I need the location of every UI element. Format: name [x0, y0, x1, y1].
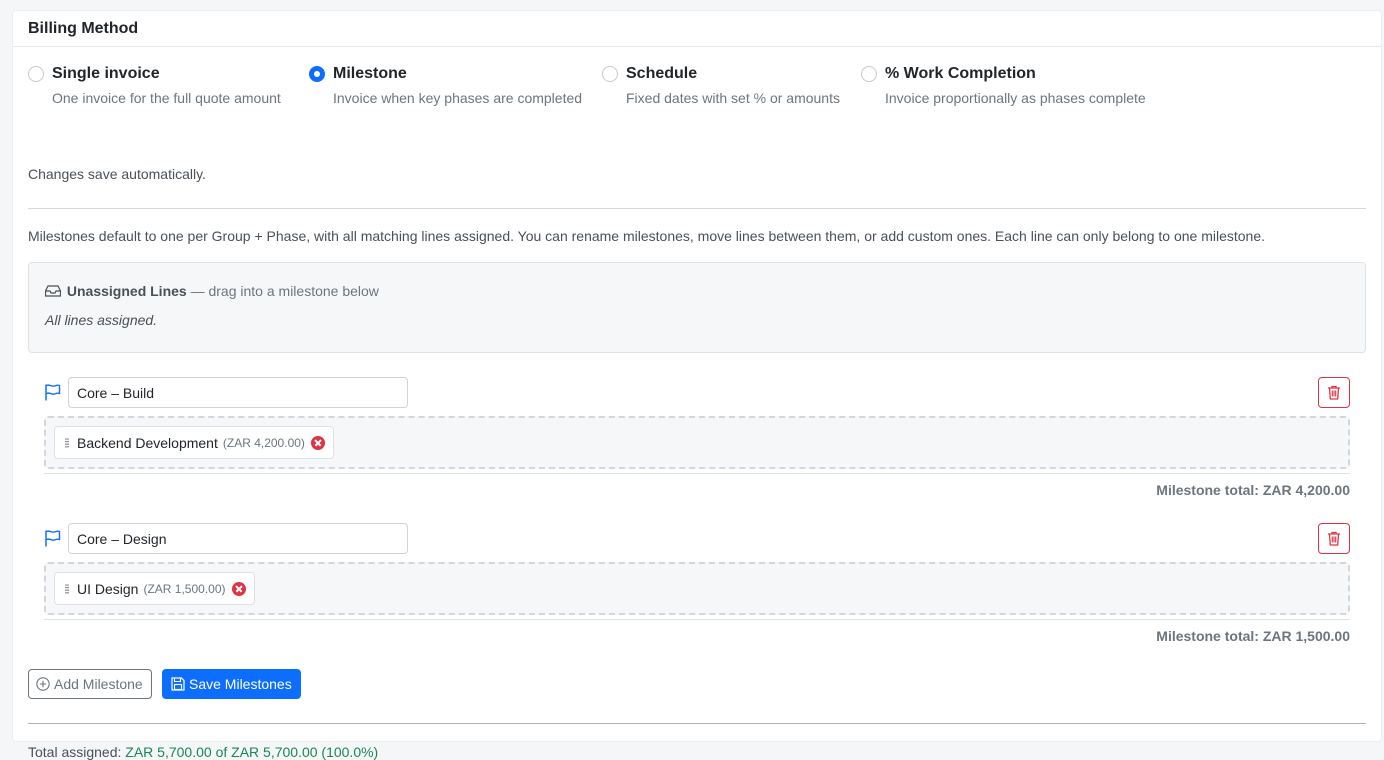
line-label: Backend Development [77, 434, 218, 451]
option-description: One invoice for the full quote amount [52, 90, 281, 106]
billing-method-options: Single invoice One invoice for the full … [28, 65, 1368, 125]
drag-handle-icon[interactable] [65, 437, 69, 448]
save-milestones-label: Save Milestones [189, 676, 292, 692]
total-assigned-label: Total assigned: [28, 744, 126, 760]
milestone-total: Milestone total: ZAR 1,500.00 [1156, 628, 1350, 644]
line-label: UI Design [77, 580, 139, 597]
line-chip[interactable]: UI Design (ZAR 1,500.00) [54, 572, 255, 605]
unassigned-empty-text: All lines assigned. [45, 312, 158, 328]
radio-schedule[interactable] [602, 66, 618, 82]
save-milestones-button[interactable]: Save Milestones [162, 669, 301, 699]
delete-milestone-button[interactable] [1318, 377, 1350, 408]
divider [28, 208, 1366, 209]
option-title[interactable]: Single invoice [52, 65, 160, 83]
option-title[interactable]: % Work Completion [885, 65, 1036, 83]
radio-milestone[interactable] [309, 66, 325, 82]
billing-method-card: Billing Method Single invoice One invoic… [12, 10, 1382, 760]
unassigned-title: Unassigned Lines [66, 283, 187, 299]
add-milestone-label: Add Milestone [54, 676, 143, 692]
milestone-divider [44, 619, 1350, 620]
line-amount: (ZAR 1,500.00) [143, 581, 226, 596]
option-description: Fixed dates with set % or amounts [626, 90, 840, 106]
autosave-note: Changes save automatically. [28, 166, 206, 182]
save-icon [171, 677, 185, 691]
trash-icon [1328, 385, 1340, 400]
option-description: Invoice proportionally as phases complet… [885, 90, 1146, 106]
line-amount: (ZAR 4,200.00) [222, 435, 305, 450]
radio-work-completion[interactable] [861, 66, 877, 82]
option-title[interactable]: Milestone [333, 65, 407, 83]
radio-single-invoice[interactable] [28, 66, 44, 82]
option-description: Invoice when key phases are completed [333, 90, 583, 106]
plus-circle-icon [36, 677, 50, 691]
option-title[interactable]: Schedule [626, 65, 697, 83]
unassigned-lines-panel[interactable]: Unassigned Lines — drag into a milestone… [28, 262, 1366, 353]
remove-line-icon[interactable] [310, 435, 325, 450]
total-assigned: Total assigned: ZAR 5,700.00 of ZAR 5,70… [28, 744, 378, 760]
milestones-intro-text: Milestones default to one per Group + Ph… [28, 228, 1266, 244]
milestone-name-input[interactable] [68, 523, 408, 554]
milestone-dropzone[interactable]: Backend Development (ZAR 4,200.00) [44, 416, 1350, 469]
trash-icon [1328, 531, 1340, 546]
inbox-icon [45, 285, 61, 297]
card-title: Billing Method [13, 11, 1381, 47]
remove-line-icon[interactable] [231, 581, 246, 596]
add-milestone-button[interactable]: Add Milestone [28, 669, 152, 699]
flag-icon [45, 530, 61, 547]
milestone-divider [44, 473, 1350, 474]
unassigned-header: Unassigned Lines — drag into a milestone… [45, 283, 379, 299]
line-chip[interactable]: Backend Development (ZAR 4,200.00) [54, 426, 334, 459]
milestone-dropzone[interactable]: UI Design (ZAR 1,500.00) [44, 562, 1350, 615]
milestone-total: Milestone total: ZAR 4,200.00 [1156, 482, 1350, 498]
drag-handle-icon[interactable] [65, 583, 69, 594]
total-assigned-value: ZAR 5,700.00 of ZAR 5,700.00 (100.0%) [125, 744, 379, 760]
unassigned-hint: — drag into a milestone below [186, 283, 379, 299]
divider [28, 723, 1366, 724]
flag-icon [45, 384, 61, 401]
delete-milestone-button[interactable] [1318, 523, 1350, 554]
milestone-name-input[interactable] [68, 377, 408, 408]
